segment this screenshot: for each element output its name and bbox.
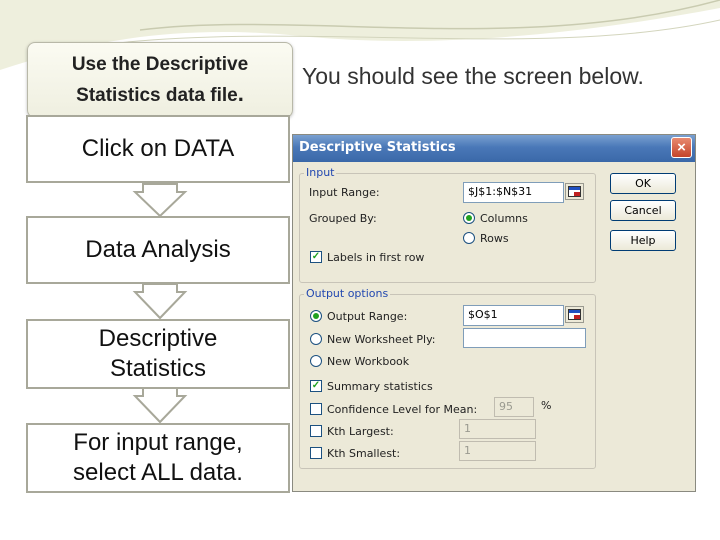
kth-smallest-checkbox[interactable]	[310, 447, 322, 459]
new-workbook-label: New Workbook	[327, 355, 410, 368]
confidence-level-field[interactable]: 95	[494, 397, 534, 417]
confidence-level-label: Confidence Level for Mean:	[327, 403, 478, 416]
input-range-collapse-button[interactable]	[565, 183, 584, 200]
cancel-button[interactable]: Cancel	[610, 200, 676, 221]
labels-first-row-checkbox[interactable]: ✓	[310, 251, 322, 263]
dialog-title: Descriptive Statistics	[299, 140, 456, 155]
ok-button[interactable]: OK	[610, 173, 676, 194]
slide-title-box: Use the Descriptive Statistics data file…	[27, 42, 293, 118]
output-range-radio[interactable]	[310, 310, 322, 322]
summary-statistics-checkbox[interactable]: ✓	[310, 380, 322, 392]
confidence-level-checkbox[interactable]	[310, 403, 322, 415]
output-range-label: Output Range:	[327, 310, 408, 323]
percent-label: %	[541, 399, 552, 412]
step-data-analysis: Data Analysis	[26, 216, 290, 284]
range-select-icon	[568, 309, 581, 320]
new-worksheet-ply-field[interactable]	[463, 328, 586, 348]
kth-smallest-field[interactable]: 1	[459, 441, 536, 461]
step-descriptive-statistics: Descriptive Statistics	[26, 319, 290, 389]
input-range-label: Input Range:	[309, 186, 380, 199]
close-icon: ×	[677, 139, 686, 156]
output-options-label: Output options	[304, 287, 391, 300]
kth-largest-field[interactable]: 1	[459, 419, 536, 439]
columns-radio[interactable]	[463, 212, 475, 224]
descriptive-statistics-dialog: Descriptive Statistics × Input Input Ran…	[292, 134, 696, 492]
rows-radio[interactable]	[463, 232, 475, 244]
range-select-icon	[568, 186, 581, 197]
new-worksheet-ply-radio[interactable]	[310, 333, 322, 345]
grouped-by-label: Grouped By:	[309, 212, 377, 225]
output-range-collapse-button[interactable]	[565, 306, 584, 323]
step-click-data: Click on DATA	[26, 115, 290, 183]
step-select-input-range: For input range, select ALL data.	[26, 423, 290, 493]
summary-statistics-label: Summary statistics	[327, 380, 433, 393]
slide-caption: You should see the screen below.	[302, 63, 644, 89]
kth-largest-checkbox[interactable]	[310, 425, 322, 437]
dialog-title-bar[interactable]: Descriptive Statistics ×	[293, 135, 695, 162]
slide-title: Use the Descriptive Statistics data file…	[71, 54, 249, 106]
new-worksheet-ply-label: New Worksheet Ply:	[327, 333, 436, 346]
close-button[interactable]: ×	[671, 137, 692, 158]
help-button[interactable]: Help	[610, 230, 676, 251]
input-group-label: Input	[304, 166, 337, 179]
kth-largest-label: Kth Largest:	[327, 425, 394, 438]
kth-smallest-label: Kth Smallest:	[327, 447, 401, 460]
columns-label: Columns	[480, 212, 528, 225]
rows-label: Rows	[480, 232, 509, 245]
output-range-field[interactable]: $O$1	[463, 305, 564, 326]
labels-first-row-label: Labels in first row	[327, 251, 425, 264]
input-range-field[interactable]: $J$1:$N$31	[463, 182, 564, 203]
new-workbook-radio[interactable]	[310, 355, 322, 367]
